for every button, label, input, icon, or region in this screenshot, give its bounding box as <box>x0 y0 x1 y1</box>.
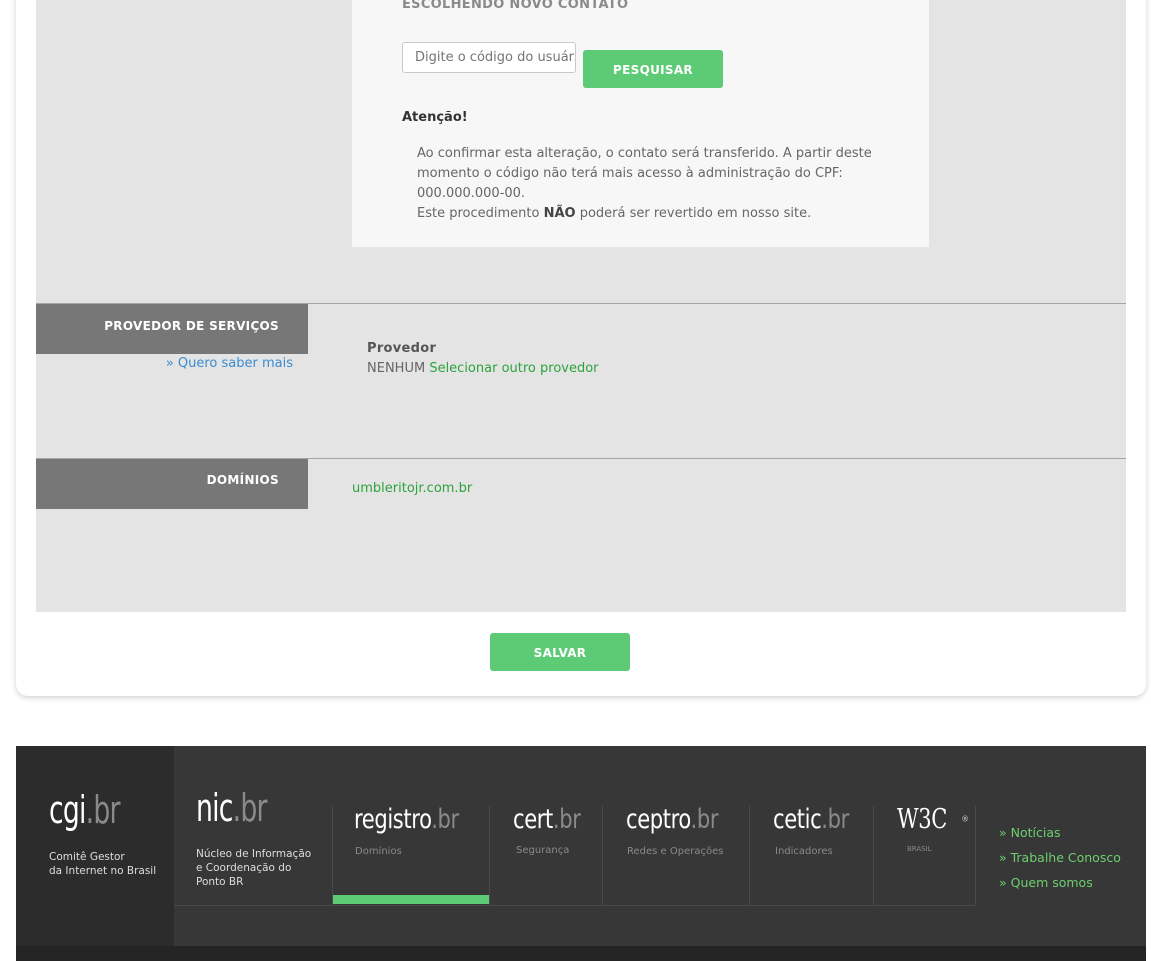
search-button[interactable]: PESQUISAR <box>583 50 723 88</box>
footer-cgi-panel <box>16 746 174 946</box>
cetic-caption: Indicadores <box>775 846 833 857</box>
footer-bottom-line <box>174 905 975 906</box>
cetic-logo-main: cetic <box>773 804 822 835</box>
nic-caption: Núcleo de Informação e Coordenação do Po… <box>196 847 311 889</box>
cert-logo[interactable]: cert.br <box>513 804 600 835</box>
ceptro-logo[interactable]: ceptro.br <box>626 804 744 835</box>
cgi-caption-2: da Internet no Brasil <box>49 865 157 877</box>
w3c-logo-main: W3C <box>897 804 947 835</box>
registro-logo[interactable]: registro.br <box>354 804 488 835</box>
provider-section-label: PROVEDOR DE SERVIÇOS <box>36 304 308 354</box>
user-code-search-input[interactable] <box>402 42 576 73</box>
save-button[interactable]: SALVAR <box>490 633 630 671</box>
nic-logo-main: nic <box>196 786 233 830</box>
cgi-caption: Comitê Gestor da Internet no Brasil <box>49 850 156 878</box>
registro-logo-main: registro <box>354 804 432 835</box>
footer-separator <box>749 806 750 905</box>
nic-logo[interactable]: nic.br <box>196 786 287 830</box>
registro-logo-suffix: br <box>437 804 460 835</box>
footer-separator <box>873 806 874 905</box>
cgi-caption-1: Comitê Gestor <box>49 851 125 863</box>
attention-line-2-bold: NÃO <box>543 206 576 221</box>
cert-logo-main: cert <box>513 804 553 835</box>
provider-field-title: Provedor <box>367 341 437 356</box>
footer-link-noticias[interactable]: » Notícias <box>999 825 1061 840</box>
footer-link-trabalhe-conosco[interactable]: » Trabalhe Conosco <box>999 850 1121 865</box>
cgi-logo-main: cgi <box>49 788 86 832</box>
attention-line-2-pre: Este procedimento <box>417 206 544 221</box>
nic-caption-1: Núcleo de Informação <box>196 848 312 860</box>
w3c-logo[interactable]: W3C ® <box>897 804 969 835</box>
new-contact-title: ESCOLHENDO NOVO CONTATO <box>402 0 629 12</box>
registro-active-indicator <box>333 895 489 904</box>
attention-message: Ao confirmar esta alteração, o contato s… <box>417 144 877 224</box>
w3c-caption: BRASIL <box>907 845 932 853</box>
nic-caption-3: Ponto BR <box>196 876 244 888</box>
nic-caption-2: e Coordenação do <box>196 862 292 874</box>
cetic-logo-suffix: br <box>827 804 850 835</box>
cgi-logo-suffix: br <box>93 788 120 832</box>
select-provider-link[interactable]: Selecionar outro provedor <box>429 361 598 376</box>
footer-separator <box>332 806 333 905</box>
footer-link-quem-somos[interactable]: » Quem somos <box>999 875 1093 890</box>
footer-separator <box>975 806 976 905</box>
domain-link[interactable]: umbleritojr.com.br <box>352 481 472 496</box>
cetic-logo[interactable]: cetic.br <box>773 804 870 835</box>
attention-line-2-post: poderá ser revertido em nosso site. <box>575 206 812 221</box>
ceptro-logo-suffix: br <box>696 804 719 835</box>
footer-separator <box>489 806 490 905</box>
provider-value: NENHUM <box>367 361 426 376</box>
provider-value-line: NENHUM Selecionar outro provedor <box>367 361 599 376</box>
registro-caption: Domínios <box>355 846 402 857</box>
ceptro-logo-main: ceptro <box>626 804 691 835</box>
cgi-logo[interactable]: cgi.br <box>49 788 140 832</box>
ceptro-caption: Redes e Operações <box>627 846 724 857</box>
nic-logo-suffix: br <box>240 786 267 830</box>
cert-logo-suffix: br <box>559 804 581 835</box>
footer: cgi.br Comitê Gestor da Internet no Bras… <box>16 746 1146 961</box>
attention-line-1: Ao confirmar esta alteração, o contato s… <box>417 146 872 201</box>
learn-more-link[interactable]: » Quero saber mais <box>150 356 293 371</box>
footer-separator <box>602 806 603 905</box>
cert-caption: Segurança <box>516 845 570 856</box>
domains-section-label: DOMÍNIOS <box>36 459 308 509</box>
footer-bottom-bar <box>16 946 1146 961</box>
attention-line-2: Este procedimento NÃO poderá ser reverti… <box>417 204 877 224</box>
attention-title: Atenção! <box>402 110 468 125</box>
